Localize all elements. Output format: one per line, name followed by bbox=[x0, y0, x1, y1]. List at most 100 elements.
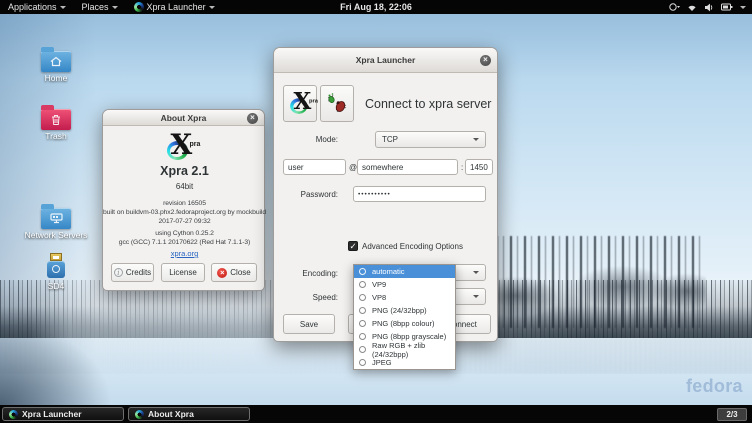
dropdown-option-label: PNG (8bpp colour) bbox=[372, 319, 435, 328]
about-built-on: built on buildvm-03.phx2.fedoraproject.o… bbox=[103, 209, 266, 216]
mode-value: TCP bbox=[382, 135, 473, 144]
encoding-dropdown-list: automaticVP9 VP8 PNG (24/32bpp) PNG (8bpp c… bbox=[353, 264, 456, 370]
radio-icon bbox=[359, 333, 366, 340]
network-folder-icon bbox=[41, 208, 71, 229]
taskbar-button-about-xpra[interactable]: About Xpra bbox=[128, 407, 250, 421]
dropdown-option[interactable]: Raw RGB + zlib (24/32bpp) bbox=[354, 343, 455, 356]
workspace-pager[interactable]: 2/3 bbox=[717, 408, 747, 421]
desktop-icon-home[interactable]: Home bbox=[24, 46, 88, 83]
xpra-app-icon bbox=[135, 410, 144, 419]
applications-menu[interactable]: Applications bbox=[0, 0, 74, 14]
mode-label: Mode: bbox=[282, 135, 338, 144]
at-separator: @ bbox=[349, 163, 357, 172]
radio-icon bbox=[359, 307, 366, 314]
wifi-icon bbox=[687, 3, 697, 12]
host-input[interactable] bbox=[357, 159, 458, 175]
dropdown-option[interactable]: PNG (8bpp colour) bbox=[354, 317, 455, 330]
home-folder-icon bbox=[41, 51, 71, 72]
connect-heading: Connect to xpra server bbox=[365, 97, 491, 111]
keyboard-indicator-icon[interactable] bbox=[669, 2, 680, 12]
credits-label: Credits bbox=[126, 268, 151, 277]
about-arch: 64bit bbox=[103, 182, 266, 191]
about-title: About Xpra bbox=[161, 113, 207, 123]
close-red-icon: × bbox=[217, 268, 227, 278]
about-build-date: 2017-07-27 09:32 bbox=[103, 218, 266, 225]
close-icon[interactable]: × bbox=[247, 113, 258, 124]
volume-icon bbox=[704, 3, 714, 12]
xpra-logo-button[interactable]: Xpra bbox=[283, 85, 317, 122]
desktop-icon-trash[interactable]: Trash bbox=[24, 104, 88, 141]
fedora-logo: fedora bbox=[686, 376, 743, 397]
desktop-screen: fedora Applications Places Xpra Launcher… bbox=[0, 0, 752, 423]
status-area[interactable] bbox=[669, 0, 746, 14]
dropdown-option[interactable]: VP9 bbox=[354, 278, 455, 291]
applications-menu-label: Applications bbox=[8, 2, 57, 12]
launcher-titlebar[interactable]: Xpra Launcher × bbox=[274, 48, 497, 73]
xpra-org-link[interactable]: xpra.org bbox=[103, 249, 266, 258]
radio-icon bbox=[359, 294, 366, 301]
desktop-icon-label: Home bbox=[24, 74, 88, 83]
desktop-icon-network-servers[interactable]: Network Servers bbox=[24, 203, 88, 240]
password-label: Password: bbox=[282, 190, 338, 199]
about-xpra-window: About Xpra × Xpra Xpra 2.1 64bit revisio… bbox=[102, 109, 265, 291]
system-menu-caret-icon[interactable] bbox=[740, 6, 746, 9]
xpra-logo: Xpra bbox=[103, 134, 266, 162]
top-bar: Applications Places Xpra Launcher Fri Au… bbox=[0, 0, 752, 14]
dropdown-option[interactable]: VP8 bbox=[354, 291, 455, 304]
advanced-options-label: Advanced Encoding Options bbox=[362, 242, 463, 251]
debug-bugs-button[interactable] bbox=[320, 85, 354, 122]
clock[interactable]: Fri Aug 18, 22:06 bbox=[340, 0, 412, 14]
desktop-icon-label: SD4 bbox=[24, 282, 88, 291]
colon-separator: : bbox=[461, 163, 463, 172]
dropdown-option[interactable]: automatic bbox=[354, 265, 455, 278]
credits-button[interactable]: i Credits bbox=[111, 263, 154, 282]
about-revision: revision 16505 bbox=[103, 200, 266, 207]
xpra-launcher-appmenu[interactable]: Xpra Launcher bbox=[126, 0, 223, 14]
taskbar-button-label: Xpra Launcher bbox=[22, 409, 82, 419]
info-icon: i bbox=[114, 268, 123, 277]
about-titlebar[interactable]: About Xpra × bbox=[103, 110, 264, 126]
battery-icon bbox=[721, 3, 733, 11]
about-gcc: gcc (GCC) 7.1.1 20170622 (Red Hat 7.1.1-… bbox=[103, 239, 266, 246]
dropdown-option[interactable]: PNG (24/32bpp) bbox=[354, 304, 455, 317]
save-label: Save bbox=[300, 320, 318, 329]
speed-label: Speed: bbox=[282, 293, 338, 302]
mode-combobox[interactable]: TCP bbox=[375, 131, 486, 148]
save-button[interactable]: Save bbox=[283, 314, 335, 334]
desktop-icon-label: Trash bbox=[24, 132, 88, 141]
chevron-down-icon bbox=[209, 6, 215, 9]
launcher-title: Xpra Launcher bbox=[356, 55, 416, 65]
password-input[interactable] bbox=[353, 186, 486, 202]
close-icon[interactable]: × bbox=[480, 55, 491, 66]
radio-icon bbox=[359, 359, 366, 366]
desktop-icon-usb-drive[interactable]: SD4 bbox=[24, 252, 88, 291]
taskbar-button-label: About Xpra bbox=[148, 409, 194, 419]
chevron-down-icon bbox=[473, 138, 479, 141]
dropdown-option-label: JPEG bbox=[372, 358, 392, 367]
port-input[interactable] bbox=[465, 159, 493, 175]
xpra-app-icon bbox=[9, 410, 18, 419]
close-label: Close bbox=[230, 268, 250, 277]
about-app-name: Xpra 2.1 bbox=[103, 164, 266, 178]
username-input[interactable] bbox=[283, 159, 346, 175]
bugs-icon bbox=[324, 92, 350, 116]
advanced-options-checkbox[interactable]: ✓ bbox=[348, 241, 358, 251]
xpra-app-icon bbox=[134, 2, 144, 12]
license-label: License bbox=[169, 268, 197, 277]
radio-icon bbox=[359, 346, 366, 353]
desktop-icon-label: Network Servers bbox=[24, 231, 88, 240]
radio-icon bbox=[359, 281, 366, 288]
window-list-taskbar: Xpra Launcher About Xpra 2/3 bbox=[0, 405, 752, 423]
dropdown-option-label: VP8 bbox=[372, 293, 386, 302]
xpra-appmenu-label: Xpra Launcher bbox=[147, 2, 206, 12]
chevron-down-icon bbox=[473, 271, 479, 274]
trash-folder-icon bbox=[41, 109, 71, 130]
license-button[interactable]: License bbox=[161, 263, 205, 282]
places-menu[interactable]: Places bbox=[74, 0, 126, 14]
taskbar-button-xpra-launcher[interactable]: Xpra Launcher bbox=[2, 407, 124, 421]
chevron-down-icon bbox=[473, 295, 479, 298]
chevron-down-icon bbox=[60, 6, 66, 9]
radio-icon bbox=[359, 320, 366, 327]
usb-drive-icon bbox=[47, 253, 65, 280]
close-button[interactable]: × Close bbox=[211, 263, 257, 282]
